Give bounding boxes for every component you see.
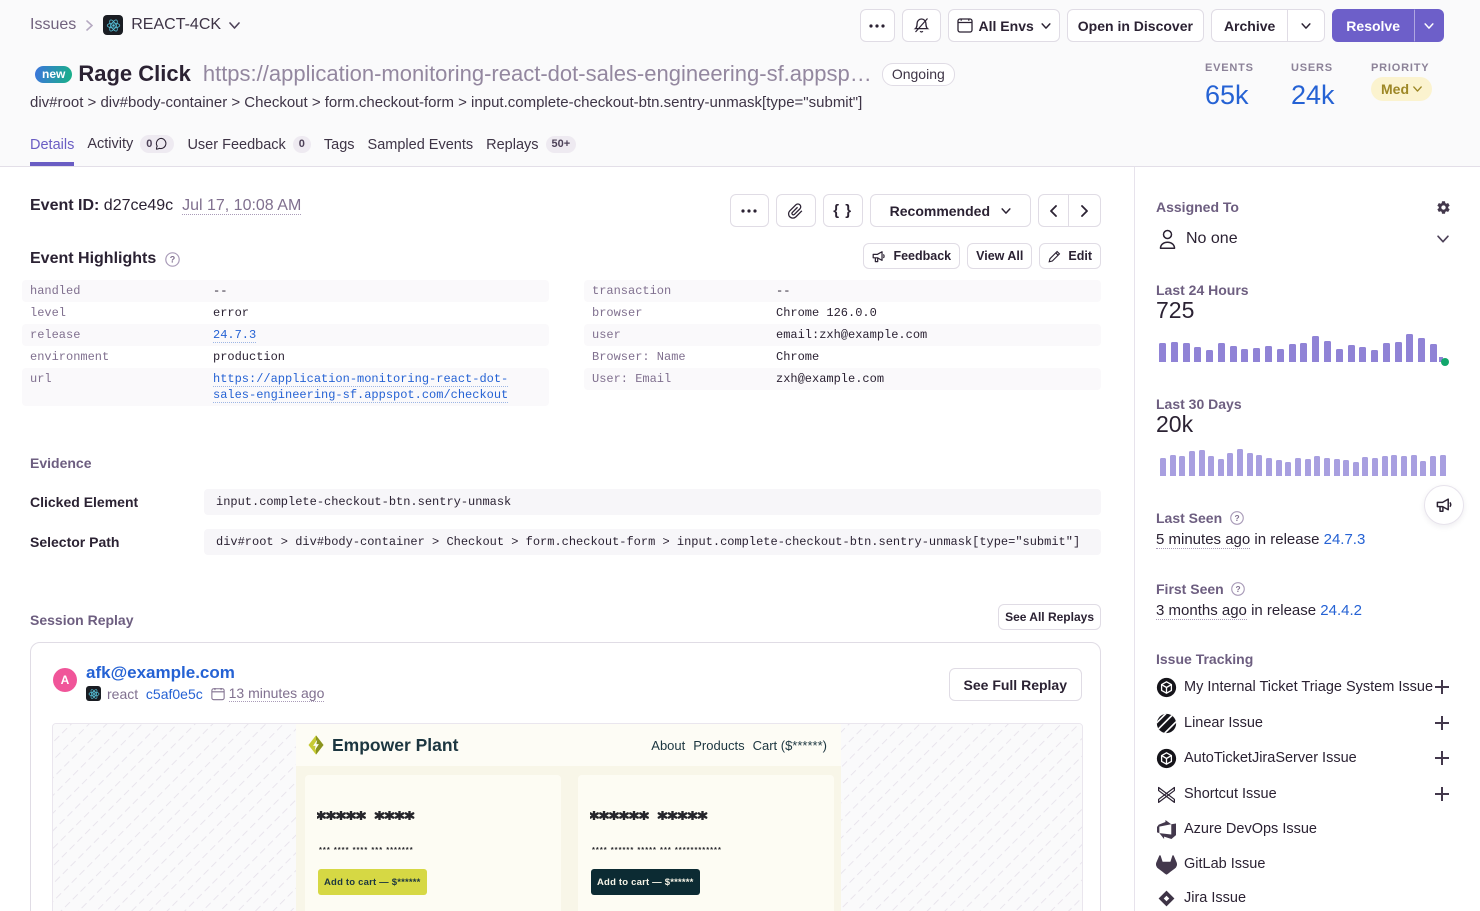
svg-text:?: ? (1236, 584, 1241, 594)
svg-text:?: ? (170, 254, 176, 264)
svg-text:?: ? (1234, 513, 1239, 523)
